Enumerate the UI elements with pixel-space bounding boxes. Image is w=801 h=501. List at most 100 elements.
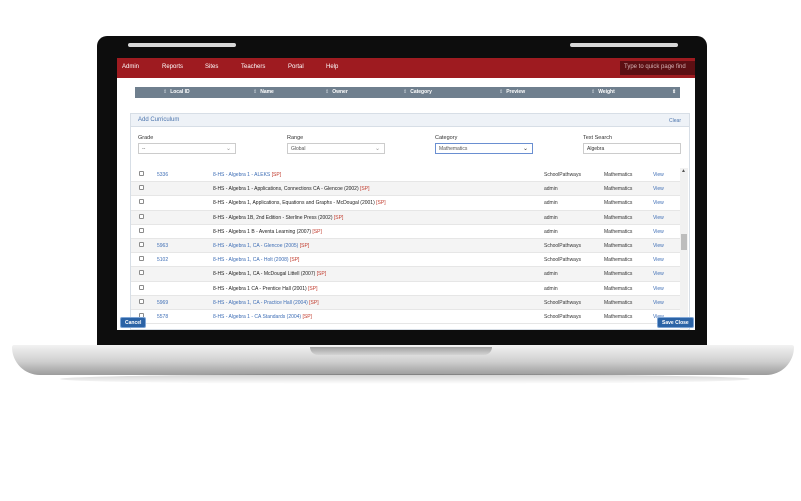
- curriculum-table-header: ⇕ Local ID ⇕ Name ⇕ Owner ⇕ Category ⇕ Previe…: [135, 87, 680, 98]
- sp-badge: [SP]: [289, 257, 300, 264]
- view-link[interactable]: View: [653, 215, 664, 221]
- col-name[interactable]: ⇕ Name: [253, 89, 274, 95]
- grade-label: Grade: [138, 135, 154, 141]
- sort-icon: ⇕: [163, 89, 168, 95]
- row-owner: admin: [544, 200, 558, 207]
- category-label: Category: [435, 135, 458, 141]
- view-link[interactable]: View: [653, 172, 664, 178]
- view-link[interactable]: View: [653, 257, 664, 263]
- row-category: Mathematics: [604, 313, 633, 320]
- row-category: Mathematics: [604, 228, 633, 235]
- nav-admin[interactable]: Admin: [122, 64, 139, 70]
- row-name[interactable]: 8-HS - Algebra 1 - CA Standards (2004) […: [213, 314, 312, 320]
- row-checkbox[interactable]: [139, 256, 144, 262]
- view-link[interactable]: View: [653, 186, 664, 192]
- row-owner: admin: [544, 214, 558, 221]
- clear-link[interactable]: Clear: [669, 118, 681, 124]
- row-category: Mathematics: [604, 172, 633, 178]
- row-owner: admin: [544, 228, 558, 235]
- table-row: 8-HS - Algebra 1 B - Aventa Learning (20…: [131, 225, 680, 239]
- range-select[interactable]: Global ⌄: [287, 143, 385, 154]
- col-category[interactable]: ⇕ Category: [403, 89, 432, 95]
- table-row: 8-HS - Algebra 1, CA - McDougal Littell …: [131, 267, 680, 282]
- row-category: Mathematics: [604, 285, 633, 292]
- view-link[interactable]: View: [653, 200, 664, 206]
- col-label: Local ID: [170, 89, 190, 95]
- results-scrollbar[interactable]: ▲: [680, 168, 688, 330]
- row-checkbox[interactable]: [139, 185, 144, 191]
- table-row: 5963 8-HS - Algebra 1, CA - Glencoe (2005…: [131, 238, 680, 254]
- sort-icon: ⇕: [403, 89, 408, 95]
- col-weight[interactable]: ⇕ Weight: [591, 89, 615, 95]
- category-select[interactable]: Mathematics ⌄: [435, 143, 533, 154]
- view-link[interactable]: View: [653, 243, 664, 249]
- scroll-up-icon[interactable]: ▲: [681, 168, 686, 174]
- nav-portal[interactable]: Portal: [288, 64, 304, 70]
- nav-sites[interactable]: Sites: [205, 64, 218, 70]
- nav-reports[interactable]: Reports: [162, 64, 183, 70]
- col-local-id[interactable]: ⇕ Local ID: [163, 89, 190, 95]
- laptop-shadow: [60, 374, 750, 384]
- row-name-text: 8-HS - Algebra 1, Applications, Equation…: [213, 200, 375, 207]
- quick-page-find-input[interactable]: Type to quick page find: [620, 61, 695, 75]
- row-name[interactable]: 8-HS - Algebra 1, CA - Glencoe (2005) [S…: [213, 243, 309, 249]
- row-checkbox[interactable]: [139, 284, 144, 290]
- row-category: Mathematics: [604, 299, 633, 306]
- row-checkbox[interactable]: [139, 213, 144, 219]
- row-category: Mathematics: [604, 214, 633, 221]
- bezel-highlight-right: [570, 43, 678, 47]
- row-name[interactable]: 8-HS - Algebra 1 - ALEKS [SP]: [213, 172, 281, 178]
- row-category: Mathematics: [604, 271, 633, 278]
- row-checkbox[interactable]: [139, 227, 144, 233]
- row-name: 8-HS - Algebra 1 - Applications, Connect…: [213, 186, 369, 192]
- row-owner: admin: [544, 186, 558, 193]
- sp-badge: [SP]: [376, 200, 386, 207]
- row-checkbox[interactable]: [139, 270, 144, 276]
- row-name-text: 8-HS - Algebra 1, CA - Glencoe (2005): [213, 242, 299, 249]
- header-scroll-icon: ⇕: [672, 89, 677, 95]
- sort-icon: ⇕: [591, 89, 596, 95]
- chevron-down-icon: ⌄: [374, 146, 380, 152]
- sp-badge: [SP]: [309, 299, 319, 306]
- row-name-text: 8-HS - Algebra 1B, 2nd Edition - Sterlin…: [213, 214, 333, 221]
- bezel-highlight-left: [128, 43, 236, 47]
- sp-badge: [SP]: [302, 313, 312, 320]
- row-name-text: 8-HS - Algebra 1, CA - Practice Hall (20…: [213, 299, 308, 306]
- curriculum-results-list: 5336 8-HS - Algebra 1 - ALEKS [SP] SchoolP…: [131, 168, 680, 325]
- col-preview[interactable]: ⇕ Preview: [499, 89, 525, 95]
- row-local-id: 5336: [157, 172, 169, 178]
- nav-teachers[interactable]: Teachers: [241, 64, 265, 70]
- row-name[interactable]: 8-HS - Algebra 1, CA - Holt (2008) [SP]: [213, 257, 299, 263]
- row-category: Mathematics: [604, 186, 633, 193]
- row-checkbox[interactable]: [139, 171, 144, 176]
- sort-icon: ⇕: [499, 89, 504, 95]
- view-link[interactable]: View: [653, 271, 664, 277]
- row-name-text: 8-HS - Algebra 1 - ALEKS: [213, 172, 271, 178]
- row-owner: admin: [544, 285, 558, 292]
- row-owner: SchoolPathways: [544, 299, 581, 306]
- row-name-text: 8-HS - Algebra 1 - Applications, Connect…: [213, 186, 359, 193]
- table-row: 8-HS - Algebra 1, Applications, Equation…: [131, 196, 680, 211]
- view-link[interactable]: View: [653, 229, 664, 235]
- save-close-button[interactable]: Save Close: [657, 317, 694, 328]
- row-owner: admin: [544, 271, 558, 278]
- row-owner: SchoolPathways: [544, 257, 581, 264]
- view-link[interactable]: View: [653, 300, 664, 306]
- row-local-id: 5963: [157, 242, 169, 249]
- row-name: 8-HS - Algebra 1 B - Aventa Learning (20…: [213, 229, 322, 235]
- col-label: Category: [410, 89, 432, 95]
- text-search-input[interactable]: Algebra: [583, 143, 681, 154]
- cancel-button[interactable]: Cancel: [120, 317, 147, 328]
- table-row: 8-HS - Algebra 1B, 2nd Edition - Sterlin…: [131, 210, 680, 225]
- col-owner[interactable]: ⇕ Owner: [325, 89, 348, 95]
- grade-select[interactable]: -- ⌄: [138, 143, 236, 154]
- view-link[interactable]: View: [653, 286, 664, 292]
- row-checkbox[interactable]: [139, 199, 144, 205]
- row-checkbox[interactable]: [139, 241, 144, 247]
- row-name[interactable]: 8-HS - Algebra 1, CA - Practice Hall (20…: [213, 300, 319, 306]
- nav-help[interactable]: Help: [326, 64, 338, 70]
- sp-badge: [SP]: [308, 285, 318, 292]
- row-checkbox[interactable]: [139, 298, 144, 304]
- row-category: Mathematics: [604, 257, 633, 264]
- scrollbar-thumb[interactable]: [681, 234, 687, 250]
